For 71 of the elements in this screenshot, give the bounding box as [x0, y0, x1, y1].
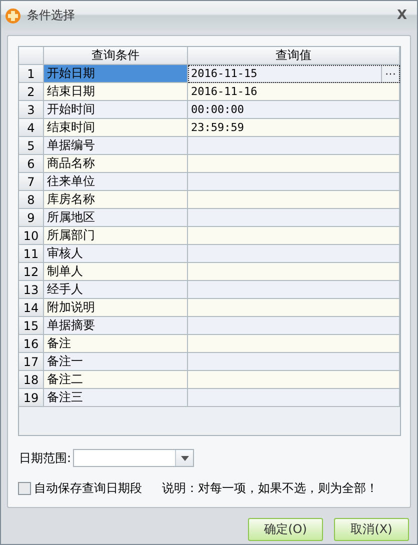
row-number: 7: [19, 173, 44, 191]
condition-cell[interactable]: 结束时间: [44, 119, 188, 137]
window-title: 条件选择: [27, 7, 76, 24]
value-cell[interactable]: [188, 263, 400, 281]
condition-cell[interactable]: 备注一: [44, 353, 188, 371]
value-cell[interactable]: 00:00:00: [188, 101, 400, 119]
condition-cell[interactable]: 制单人: [44, 263, 188, 281]
condition-cell[interactable]: 备注三: [44, 389, 188, 407]
value-cell[interactable]: [188, 281, 400, 299]
cancel-button[interactable]: 取消(X): [334, 518, 409, 541]
note-text: 说明：对每一项，如果不选，则为全部！: [162, 480, 378, 497]
condition-cell[interactable]: 审核人: [44, 245, 188, 263]
value-cell[interactable]: [188, 371, 400, 389]
value-cell[interactable]: [188, 137, 400, 155]
condition-cell[interactable]: 往来单位: [44, 173, 188, 191]
row-number: 16: [19, 335, 44, 353]
row-number: 1: [19, 65, 44, 83]
auto-save-label: 自动保存查询日期段: [34, 480, 142, 497]
auto-save-checkbox[interactable]: [18, 482, 31, 495]
condition-cell[interactable]: 备注二: [44, 371, 188, 389]
condition-cell[interactable]: 经手人: [44, 281, 188, 299]
row-number: 12: [19, 263, 44, 281]
row-number: 6: [19, 155, 44, 173]
value-cell[interactable]: [188, 389, 400, 407]
row-number: 9: [19, 209, 44, 227]
ok-button[interactable]: 确定(O): [248, 518, 323, 541]
ellipsis-button[interactable]: ···: [381, 65, 399, 82]
value-cell[interactable]: [188, 353, 400, 371]
row-number: 14: [19, 299, 44, 317]
condition-cell[interactable]: 商品名称: [44, 155, 188, 173]
column-header: 查询值: [188, 47, 400, 65]
condition-cell[interactable]: 单据摘要: [44, 317, 188, 335]
condition-cell[interactable]: 附加说明: [44, 299, 188, 317]
condition-cell[interactable]: 备注: [44, 335, 188, 353]
value-cell[interactable]: [188, 335, 400, 353]
condition-cell[interactable]: 单据编号: [44, 137, 188, 155]
condition-cell[interactable]: 开始时间: [44, 101, 188, 119]
dropdown-button[interactable]: [175, 450, 194, 466]
value-cell[interactable]: [188, 209, 400, 227]
caret-icon: [180, 456, 189, 460]
condition-cell[interactable]: 库房名称: [44, 191, 188, 209]
value-cell[interactable]: 2016-11-16: [188, 83, 400, 101]
row-number: 13: [19, 281, 44, 299]
condition-cell[interactable]: 开始日期: [44, 65, 188, 83]
value-cell[interactable]: [188, 191, 400, 209]
value-cell[interactable]: [188, 173, 400, 191]
value-cell[interactable]: 23:59:59: [188, 119, 400, 137]
close-button[interactable]: X: [394, 8, 409, 23]
condition-cell[interactable]: 结束日期: [44, 83, 188, 101]
row-number: 3: [19, 101, 44, 119]
row-number: 17: [19, 353, 44, 371]
row-number: 2: [19, 83, 44, 101]
row-number: 4: [19, 119, 44, 137]
value-cell[interactable]: [188, 245, 400, 263]
value-cell[interactable]: 2016-11-15 ···: [188, 65, 400, 83]
column-header: 查询条件: [44, 47, 188, 65]
row-number: 11: [19, 245, 44, 263]
row-number: 15: [19, 317, 44, 335]
value-cell[interactable]: [188, 299, 400, 317]
value-cell[interactable]: [188, 317, 400, 335]
value-cell[interactable]: [188, 227, 400, 245]
row-number: 10: [19, 227, 44, 245]
value-cell[interactable]: [188, 155, 400, 173]
row-number: 8: [19, 191, 44, 209]
app-icon: [5, 8, 21, 24]
row-number: 18: [19, 371, 44, 389]
row-number: 5: [19, 137, 44, 155]
condition-cell[interactable]: 所属地区: [44, 209, 188, 227]
row-number: 19: [19, 389, 44, 407]
date-range-label: 日期范围:: [19, 450, 72, 466]
condition-cell[interactable]: 所属部门: [44, 227, 188, 245]
